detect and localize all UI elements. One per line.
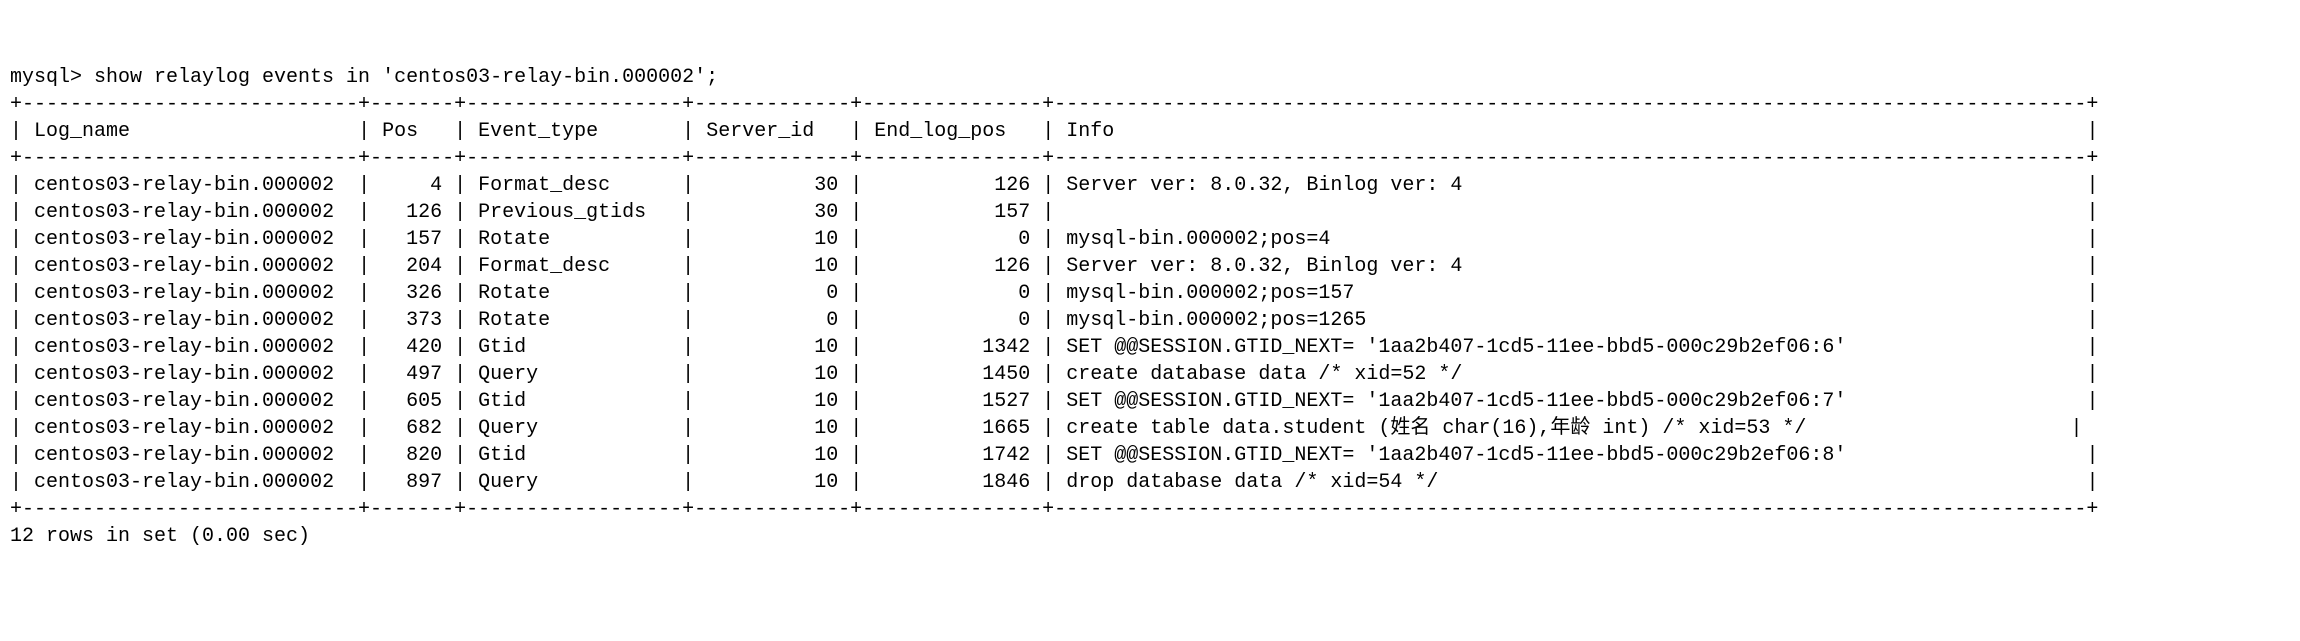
cell-server_id: 30 — [694, 174, 850, 197]
cell-pos: 420 — [370, 336, 454, 359]
cell-server_id: 10 — [694, 471, 850, 494]
cell-pos: 204 — [370, 255, 454, 278]
cell-log_name: centos03-relay-bin.000002 — [22, 363, 358, 386]
cell-pos: 326 — [370, 282, 454, 305]
cell-pos: 682 — [370, 417, 454, 440]
cell-log_name: centos03-relay-bin.000002 — [22, 282, 358, 305]
table-border-mid: +----------------------------+-------+--… — [10, 145, 2290, 172]
table-row: | centos03-relay-bin.000002 | 373 | Rota… — [10, 307, 2290, 334]
cell-info: SET @@SESSION.GTID_NEXT= '1aa2b407-1cd5-… — [1054, 444, 2086, 467]
cell-log_name: centos03-relay-bin.000002 — [22, 255, 358, 278]
cell-info: drop database data /* xid=54 */ — [1054, 471, 2086, 494]
cell-info: create table data.student (姓名 char(16),年… — [1054, 417, 2070, 440]
cell-pos: 820 — [370, 444, 454, 467]
cell-server_id: 10 — [694, 390, 850, 413]
cell-pos: 157 — [370, 228, 454, 251]
result-footer: 12 rows in set (0.00 sec) — [10, 523, 2290, 550]
cell-info: mysql-bin.000002;pos=1265 — [1054, 309, 2086, 332]
mysql-prompt: mysql> — [10, 66, 94, 89]
cell-server_id: 10 — [694, 255, 850, 278]
table-row: | centos03-relay-bin.000002 | 897 | Quer… — [10, 469, 2290, 496]
cell-event_type: Gtid — [466, 390, 682, 413]
cell-server_id: 10 — [694, 444, 850, 467]
cell-event_type: Gtid — [466, 336, 682, 359]
table-row: | centos03-relay-bin.000002 | 605 | Gtid… — [10, 388, 2290, 415]
table-header-row: | Log_name | Pos | Event_type | Server_i… — [10, 118, 2290, 145]
mysql-terminal-output: mysql> show relaylog events in 'centos03… — [10, 64, 2290, 550]
cell-end_log_pos: 1527 — [862, 390, 1042, 413]
cell-server_id: 0 — [694, 309, 850, 332]
cell-event_type: Rotate — [466, 282, 682, 305]
cell-event_type: Gtid — [466, 444, 682, 467]
cell-log_name: centos03-relay-bin.000002 — [22, 444, 358, 467]
command-line: mysql> show relaylog events in 'centos03… — [10, 64, 2290, 91]
cell-event_type: Rotate — [466, 228, 682, 251]
cell-end_log_pos: 0 — [862, 228, 1042, 251]
cell-server_id: 10 — [694, 336, 850, 359]
table-border-bottom: +----------------------------+-------+--… — [10, 496, 2290, 523]
column-header-server_id: Server_id — [694, 120, 850, 143]
cell-info: mysql-bin.000002;pos=157 — [1054, 282, 2086, 305]
cell-pos: 4 — [370, 174, 454, 197]
cell-end_log_pos: 0 — [862, 282, 1042, 305]
table-row: | centos03-relay-bin.000002 | 204 | Form… — [10, 253, 2290, 280]
cell-end_log_pos: 1742 — [862, 444, 1042, 467]
cell-end_log_pos: 1450 — [862, 363, 1042, 386]
cell-event_type: Format_desc — [466, 255, 682, 278]
table-row: | centos03-relay-bin.000002 | 157 | Rota… — [10, 226, 2290, 253]
table-row: | centos03-relay-bin.000002 | 820 | Gtid… — [10, 442, 2290, 469]
cell-log_name: centos03-relay-bin.000002 — [22, 390, 358, 413]
cell-info: create database data /* xid=52 */ — [1054, 363, 2086, 386]
cell-event_type: Query — [466, 471, 682, 494]
cell-end_log_pos: 157 — [862, 201, 1042, 224]
cell-end_log_pos: 1665 — [862, 417, 1042, 440]
cell-event_type: Query — [466, 363, 682, 386]
cell-end_log_pos: 1846 — [862, 471, 1042, 494]
cell-event_type: Query — [466, 417, 682, 440]
cell-event_type: Format_desc — [466, 174, 682, 197]
cell-server_id: 10 — [694, 228, 850, 251]
cell-event_type: Rotate — [466, 309, 682, 332]
cell-server_id: 10 — [694, 363, 850, 386]
column-header-event_type: Event_type — [466, 120, 682, 143]
cell-log_name: centos03-relay-bin.000002 — [22, 336, 358, 359]
cell-server_id: 10 — [694, 417, 850, 440]
cell-end_log_pos: 126 — [862, 174, 1042, 197]
table-row: | centos03-relay-bin.000002 | 682 | Quer… — [10, 415, 2290, 442]
cell-pos: 897 — [370, 471, 454, 494]
table-border-top: +----------------------------+-------+--… — [10, 91, 2290, 118]
table-row: | centos03-relay-bin.000002 | 497 | Quer… — [10, 361, 2290, 388]
cell-end_log_pos: 0 — [862, 309, 1042, 332]
table-row: | centos03-relay-bin.000002 | 4 | Format… — [10, 172, 2290, 199]
cell-log_name: centos03-relay-bin.000002 — [22, 201, 358, 224]
column-header-log_name: Log_name — [22, 120, 358, 143]
cell-pos: 605 — [370, 390, 454, 413]
cell-info: Server ver: 8.0.32, Binlog ver: 4 — [1054, 174, 2086, 197]
cell-pos: 126 — [370, 201, 454, 224]
table-row: | centos03-relay-bin.000002 | 126 | Prev… — [10, 199, 2290, 226]
cell-info: SET @@SESSION.GTID_NEXT= '1aa2b407-1cd5-… — [1054, 390, 2086, 413]
cell-log_name: centos03-relay-bin.000002 — [22, 309, 358, 332]
column-header-end_log_pos: End_log_pos — [862, 120, 1042, 143]
cell-server_id: 30 — [694, 201, 850, 224]
cell-info: mysql-bin.000002;pos=4 — [1054, 228, 2086, 251]
cell-log_name: centos03-relay-bin.000002 — [22, 228, 358, 251]
cell-pos: 497 — [370, 363, 454, 386]
cell-end_log_pos: 126 — [862, 255, 1042, 278]
column-header-pos: Pos — [370, 120, 454, 143]
cell-info: Server ver: 8.0.32, Binlog ver: 4 — [1054, 255, 2086, 278]
cell-log_name: centos03-relay-bin.000002 — [22, 417, 358, 440]
cell-end_log_pos: 1342 — [862, 336, 1042, 359]
cell-server_id: 0 — [694, 282, 850, 305]
cell-info — [1054, 201, 2086, 224]
sql-command: show relaylog events in 'centos03-relay-… — [94, 66, 718, 89]
cell-log_name: centos03-relay-bin.000002 — [22, 174, 358, 197]
table-row: | centos03-relay-bin.000002 | 326 | Rota… — [10, 280, 2290, 307]
column-header-info: Info — [1054, 120, 2086, 143]
cell-pos: 373 — [370, 309, 454, 332]
table-row: | centos03-relay-bin.000002 | 420 | Gtid… — [10, 334, 2290, 361]
cell-info: SET @@SESSION.GTID_NEXT= '1aa2b407-1cd5-… — [1054, 336, 2086, 359]
cell-event_type: Previous_gtids — [466, 201, 682, 224]
cell-log_name: centos03-relay-bin.000002 — [22, 471, 358, 494]
